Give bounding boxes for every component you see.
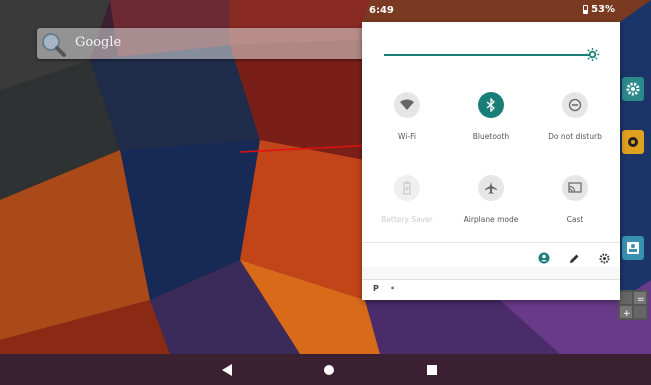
svg-text:=: = bbox=[637, 295, 645, 305]
battery-icon bbox=[583, 5, 589, 14]
tile-cast[interactable]: Cast bbox=[535, 175, 615, 235]
tile-label-battery-saver: Battery Saver bbox=[381, 215, 433, 224]
user-icon[interactable] bbox=[537, 251, 551, 265]
tile-airplane-mode[interactable]: Airplane mode bbox=[451, 175, 531, 235]
camera-icon bbox=[628, 137, 638, 147]
cast-icon[interactable] bbox=[562, 175, 588, 201]
brightness-slider[interactable] bbox=[384, 48, 599, 61]
back-icon[interactable] bbox=[219, 362, 235, 378]
tile-bluetooth[interactable]: Bluetooth bbox=[451, 92, 531, 152]
airplane-icon[interactable] bbox=[478, 175, 504, 201]
recents-icon[interactable] bbox=[424, 362, 440, 378]
tile-label-bluetooth: Bluetooth bbox=[472, 132, 510, 141]
quick-settings-panel: Wi-Fi Bluetooth Do not disturb Battery S… bbox=[362, 22, 620, 300]
settings-app-icon[interactable] bbox=[622, 77, 644, 101]
search-icon[interactable] bbox=[39, 30, 67, 58]
tile-battery-saver[interactable]: Battery Saver bbox=[367, 175, 447, 235]
google-search-bar[interactable]: Google bbox=[37, 28, 367, 59]
bluetooth-icon[interactable] bbox=[478, 92, 504, 118]
status-battery: 53% bbox=[583, 4, 615, 15]
tile-label-wifi: Wi-Fi bbox=[398, 132, 416, 141]
edit-icon[interactable] bbox=[567, 251, 581, 265]
svg-text:+: + bbox=[623, 309, 631, 319]
search-placeholder: Google bbox=[75, 35, 122, 50]
tile-do-not-disturb[interactable]: Do not disturb bbox=[535, 92, 615, 152]
home-icon[interactable] bbox=[321, 362, 337, 378]
contacts-icon bbox=[627, 242, 639, 254]
notification-item[interactable]: P • bbox=[362, 279, 620, 300]
tile-label-dnd: Do not disturb bbox=[548, 132, 602, 141]
qs-divider bbox=[362, 242, 620, 243]
wifi-icon[interactable] bbox=[394, 92, 420, 118]
notification-separator: • bbox=[390, 284, 396, 293]
do-not-disturb-icon[interactable] bbox=[562, 92, 588, 118]
tile-label-airplane: Airplane mode bbox=[463, 215, 519, 224]
tile-wifi[interactable]: Wi-Fi bbox=[367, 92, 447, 152]
tile-label-cast: Cast bbox=[566, 215, 584, 224]
notification-app-letter: P bbox=[373, 284, 379, 293]
contacts-app-icon[interactable] bbox=[622, 236, 644, 260]
settings-icon[interactable] bbox=[597, 251, 611, 265]
brightness-icon[interactable] bbox=[586, 48, 599, 61]
status-time: 6:49 bbox=[369, 5, 394, 16]
camera-app-icon[interactable] bbox=[622, 130, 644, 154]
navigation-bar bbox=[0, 354, 651, 385]
calculator-app-icon[interactable]: + = bbox=[618, 290, 648, 320]
calculator-icon: + = bbox=[620, 292, 646, 319]
gear-icon bbox=[626, 82, 640, 96]
battery-saver-icon[interactable] bbox=[394, 175, 420, 201]
battery-percent: 53% bbox=[591, 4, 615, 15]
status-bar: 6:49 53% bbox=[0, 0, 651, 22]
brightness-track[interactable] bbox=[384, 54, 594, 56]
